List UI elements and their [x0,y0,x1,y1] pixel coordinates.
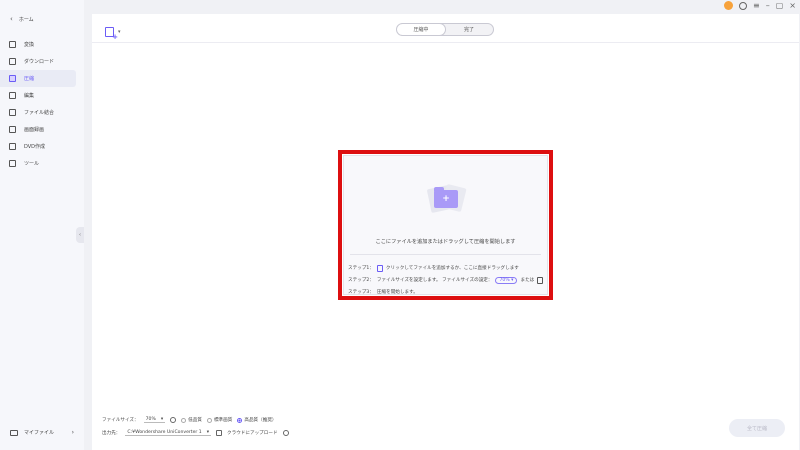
radio-icon [181,417,187,423]
chevron-right-icon: › [71,429,74,436]
tools-icon [9,160,16,167]
sidebar-nav: 変換 ダウンロード 圧縮 編集 ファイル結合 画面録画 DVD作成 ツール [0,36,76,172]
download-icon [9,58,16,65]
convert-icon [9,41,16,48]
back-home-button[interactable]: ‹ ホーム [10,15,34,23]
tab-compressing[interactable]: 圧縮中 [397,24,445,35]
sidebar-item-label: ダウンロード [24,59,55,65]
add-file-icon [105,27,118,41]
step-1-text: クリックしてファイルを追加するか、ここに直接ドラッグします [385,266,519,271]
compress-all-button[interactable]: 全て圧縮 [729,419,785,437]
step-2-prefix: ステップ2： [348,278,374,283]
open-folder-icon[interactable] [216,430,223,436]
dvd-icon [9,143,16,150]
quality-standard-radio[interactable]: 標準画質 [206,417,233,423]
step-3-prefix: ステップ3： [348,290,374,295]
radio-selected-icon [237,417,243,423]
main-panel: ▾ 圧縮中 完了 + ここにファイルを追加またはドラッグして圧縮を開始します ス… [92,14,799,450]
sidebar-item-label: 圧縮 [24,76,35,82]
sidebar-item-screen-record[interactable]: 画面録画 [0,121,76,138]
sidebar-item-edit[interactable]: 編集 [0,87,76,104]
minimize-icon[interactable]: – [766,1,770,10]
quality-low-label: 低品質 [188,418,202,423]
chevron-left-icon: ‹ [79,232,81,238]
merge-icon [9,109,16,116]
status-tabs: 圧縮中 完了 [396,23,494,36]
sidebar-item-tools[interactable]: ツール [0,155,76,172]
filesize-value: 70% [499,277,510,283]
sidebar-item-compress[interactable]: 圧縮 [0,70,76,87]
sidebar-item-label: 変換 [24,42,35,48]
compress-icon [9,75,16,82]
cloud-upload-label: クラウドにアップロード [227,431,278,436]
radio-icon [206,417,212,423]
preview-icon[interactable] [170,417,177,423]
sidebar-item-download[interactable]: ダウンロード [0,53,76,70]
output-path-value: C:¥Wondershare UniConverter 1 [127,430,202,435]
sidebar-item-convert[interactable]: 変換 [0,36,76,53]
chevron-down-icon[interactable]: ▾ [118,29,121,35]
step-2-text: ファイルサイズを設定します。 ファイルサイズの設定： [376,278,493,283]
my-files-button[interactable]: マイファイル › [10,429,74,436]
support-icon[interactable] [739,1,748,10]
quality-high-radio[interactable]: 高品質（推奨） [237,417,277,423]
user-avatar[interactable] [724,1,734,10]
chevron-left-icon: ‹ [10,15,13,23]
chevron-down-icon: ▾ [160,417,164,422]
scissors-icon [9,92,16,99]
add-folder-icon[interactable]: + [434,187,458,208]
step-1: ステップ1： クリックしてファイルを追加するか、ここに直接ドラッグします [348,262,543,274]
sidebar-item-dvd[interactable]: DVD作成 [0,138,76,155]
menu-icon[interactable]: ≡ [753,1,760,10]
sidebar-item-label: ツール [24,161,40,167]
sidebar-item-label: ファイル結合 [24,110,55,116]
chevron-down-icon: ▾ [206,430,210,435]
step-2: ステップ2： ファイルサイズを設定します。 ファイルサイズの設定： 70% ▾ … [348,274,543,286]
add-file-icon[interactable] [376,264,383,272]
sidebar: ‹ ホーム 変換 ダウンロード 圧縮 編集 ファイル結合 画面録画 DVD作成 … [0,0,84,450]
drop-zone-divider [350,254,541,255]
cloud-icon[interactable] [282,430,289,436]
filesize-row: ファイルサイズ： 70% ▾ 低品質 標準画質 高品質（推奨） [102,417,277,423]
header-divider [92,42,799,43]
plus-icon: + [442,194,450,204]
filesize-dropdown[interactable]: 70% ▾ [495,276,518,284]
folder-icon [10,429,18,436]
add-file-button[interactable]: ▾ [105,27,121,41]
title-bar: ≡ – ▢ × [84,0,800,13]
steps-list: ステップ1： クリックしてファイルを追加するか、ここに直接ドラッグします ステッ… [348,262,543,298]
close-icon[interactable]: × [789,1,796,10]
filesize-select[interactable]: 70% ▾ [143,417,166,423]
sidebar-item-label: 編集 [24,93,35,99]
sidebar-item-label: 画面録画 [24,127,45,133]
step-3: ステップ3： 圧縮を開始します。 [348,286,543,298]
folder-illustration: + [426,183,467,214]
drop-zone[interactable]: + ここにファイルを追加またはドラッグして圧縮を開始します ステップ1： クリッ… [343,155,548,295]
window-controls: ≡ – ▢ × [724,1,796,10]
screen-record-icon [9,126,16,133]
sidebar-item-merge[interactable]: ファイル結合 [0,104,76,121]
quality-high-label: 高品質（推奨） [244,418,277,423]
filesize-label: ファイルサイズ： [102,418,139,423]
filesize-select-value: 70% [145,417,156,422]
quality-standard-label: 標準画質 [213,418,233,423]
settings-icon[interactable] [537,276,543,284]
tab-done[interactable]: 完了 [445,24,493,35]
sidebar-collapse-handle[interactable]: ‹ [76,227,84,243]
output-label: 出力先： [102,431,121,436]
maximize-icon[interactable]: ▢ [776,1,784,10]
sidebar-item-label: DVD作成 [24,144,46,150]
step-2-or: または [520,278,535,283]
output-row: 出力先： C:¥Wondershare UniConverter 1 ▾ クラウド… [102,430,289,436]
quality-low-radio[interactable]: 低品質 [181,417,202,423]
step-1-prefix: ステップ1： [348,266,374,271]
drop-prompt: ここにファイルを追加またはドラッグして圧縮を開始します [375,239,516,245]
back-home-label: ホーム [18,16,34,23]
bottom-bar: ファイルサイズ： 70% ▾ 低品質 標準画質 高品質（推奨） 出力先： C:¥W… [92,411,799,450]
my-files-label: マイファイル [24,430,55,436]
step-3-text: 圧縮を開始します。 [376,290,418,295]
output-path-select[interactable]: C:¥Wondershare UniConverter 1 ▾ [125,430,212,436]
